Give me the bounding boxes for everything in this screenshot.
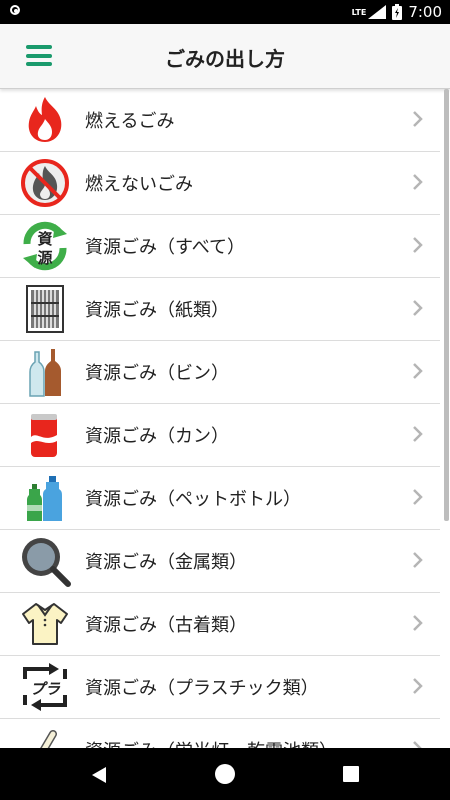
clock: 7:00	[408, 3, 442, 21]
signal-icon	[368, 5, 387, 19]
back-triangle-icon[interactable]	[89, 765, 109, 785]
list-item-resources-all[interactable]: 資 源 資源ごみ（すべて）	[0, 215, 440, 278]
list-item-label: 資源ごみ（ビン）	[85, 363, 229, 384]
list-item-non-burnable[interactable]: 燃えないごみ	[0, 152, 440, 215]
list-item-label: 資源ごみ（古着類）	[85, 615, 247, 636]
category-list[interactable]: 燃えるごみ 燃えないごみ 資 源 資源ごみ（すべて） 資源ごみ（紙類） 資源ごみ…	[0, 89, 450, 748]
list-item-label: 資源ごみ（紙類）	[85, 300, 229, 321]
recents-square-icon[interactable]	[343, 766, 359, 782]
list-item-label: 燃えるごみ	[85, 111, 175, 132]
chevron-right-icon	[413, 426, 423, 442]
list-item-resources-pet[interactable]: 資源ごみ（ペットボトル）	[0, 467, 440, 530]
chevron-right-icon	[413, 552, 423, 568]
chevron-right-icon	[413, 615, 423, 631]
list-item-resources-metal[interactable]: 資源ごみ（金属類）	[0, 530, 440, 593]
list-item-burnable[interactable]: 燃えるごみ	[0, 89, 440, 152]
list-item-resources-bottles[interactable]: 資源ごみ（ビン）	[0, 341, 440, 404]
list-item-resources-paper[interactable]: 資源ごみ（紙類）	[0, 278, 440, 341]
list-item-label: 資源ごみ（金属類）	[85, 552, 247, 573]
list-item-resources-plastic[interactable]: プラ 資源ごみ（プラスチック類）	[0, 656, 440, 719]
network-type: LTE	[351, 7, 367, 17]
page-title: ごみの出し方	[165, 47, 285, 71]
battery-icon	[392, 4, 403, 20]
chevron-right-icon	[413, 741, 422, 748]
list-item-resources-cans[interactable]: 資源ごみ（カン）	[0, 404, 440, 467]
no-fire-icon	[21, 159, 69, 207]
can-icon	[31, 414, 57, 457]
chevron-right-icon	[413, 489, 423, 505]
fluorescent-tube-icon	[40, 730, 57, 748]
pet-bottle-icon	[27, 476, 62, 521]
list-item-label: 資源ごみ（ペットボトル）	[85, 489, 301, 510]
list-item-label: 燃えないごみ	[85, 174, 193, 195]
paper-bundle-icon	[26, 285, 64, 333]
status-icons: LTE 7:00	[352, 3, 442, 21]
fire-icon	[28, 97, 62, 142]
recycle-icon-text-top: 資	[37, 230, 52, 248]
home-circle-icon[interactable]	[215, 764, 235, 784]
chevron-right-icon	[413, 111, 423, 127]
status-bar: LTE 7:00	[0, 0, 450, 24]
plastic-icon-text: プラ	[30, 680, 61, 698]
notification-ring-icon	[10, 5, 20, 15]
list-item-label: 資源ごみ（すべて）	[85, 237, 246, 258]
list-item-resources-lamps-batteries[interactable]: 資源ごみ（蛍光灯・乾電池類）	[0, 719, 440, 748]
recycle-resource-icon: 資 源	[23, 221, 67, 271]
shirt-icon	[22, 603, 68, 645]
scrollbar[interactable]	[444, 89, 449, 521]
chevron-right-icon	[413, 678, 423, 694]
system-nav-bar	[0, 748, 450, 800]
list-item-resources-clothes[interactable]: 資源ごみ（古着類）	[0, 593, 440, 656]
recycle-icon-text-bottom: 源	[37, 249, 52, 267]
chevron-right-icon	[413, 174, 423, 190]
glass-bottle-icon	[29, 349, 61, 397]
list-item-label: 資源ごみ（プラスチック類）	[85, 678, 319, 699]
plastic-mark-icon: プラ	[23, 663, 67, 711]
frying-pan-icon	[22, 538, 71, 587]
chevron-right-icon	[413, 237, 423, 253]
list-item-label: 資源ごみ（蛍光灯・乾電池類）	[85, 737, 337, 748]
chevron-right-icon	[413, 363, 423, 379]
app-bar: ごみの出し方	[0, 24, 450, 89]
list-item-label: 資源ごみ（カン）	[85, 426, 229, 447]
chevron-right-icon	[413, 300, 423, 316]
